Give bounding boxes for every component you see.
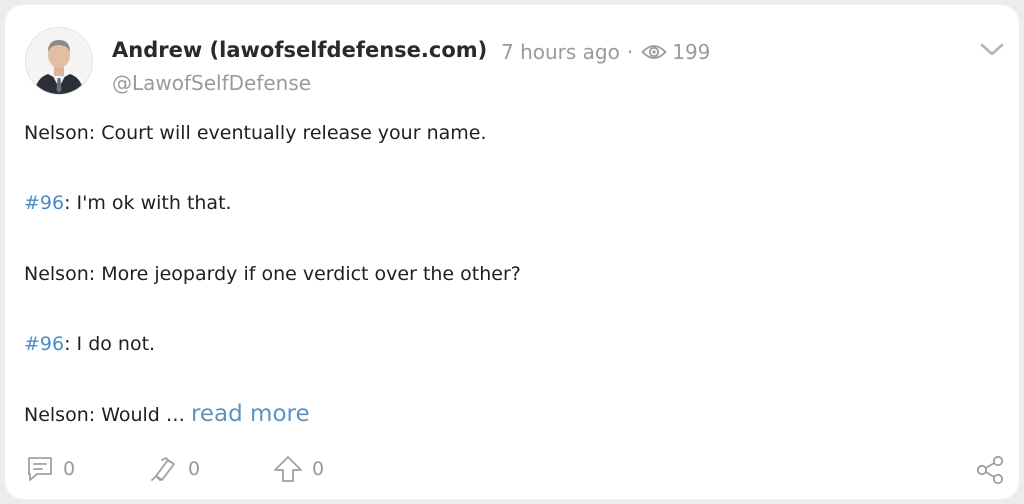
paragraph-text: : I'm ok with that. [64,192,232,214]
post-meta: 7 hours ago · 199 [501,40,710,64]
paragraph-text: Nelson: Would … [24,404,191,426]
read-more-link[interactable]: read more [191,401,310,427]
paragraph-text: : I do not. [64,333,156,355]
comment-count: 0 [63,458,76,480]
upvote-icon [272,454,304,484]
hashtag-link[interactable]: #96 [24,333,64,355]
upvote-button[interactable]: 0 [272,454,324,484]
upvote-count: 0 [312,458,325,480]
comment-icon [25,454,55,484]
post-paragraph: #96: I'm ok with that. [24,191,232,215]
repost-icon [148,454,180,484]
repost-count: 0 [188,458,201,480]
comment-button[interactable]: 0 [25,454,75,484]
author-handle[interactable]: @LawofSelfDefense [112,71,311,95]
share-icon[interactable] [974,454,1006,486]
post-time: 7 hours ago [501,40,620,64]
author-name[interactable]: Andrew (lawofselfdefense.com) [112,38,487,62]
avatar[interactable] [25,27,93,95]
chevron-down-icon[interactable] [979,39,1005,59]
post-card: Andrew (lawofselfdefense.com) 7 hours ag… [5,5,1019,499]
post-paragraph: Nelson: Would … read more [24,402,310,427]
post-paragraph: #96: I do not. [24,332,155,356]
post-paragraph: Nelson: More jeopardy if one verdict ove… [24,263,521,285]
post-paragraph: Nelson: Court will eventually release yo… [24,122,487,144]
eye-icon [641,43,667,61]
hashtag-link[interactable]: #96 [24,192,64,214]
view-count: 199 [672,40,711,64]
meta-separator: · [626,40,634,64]
repost-button[interactable]: 0 [148,454,200,484]
